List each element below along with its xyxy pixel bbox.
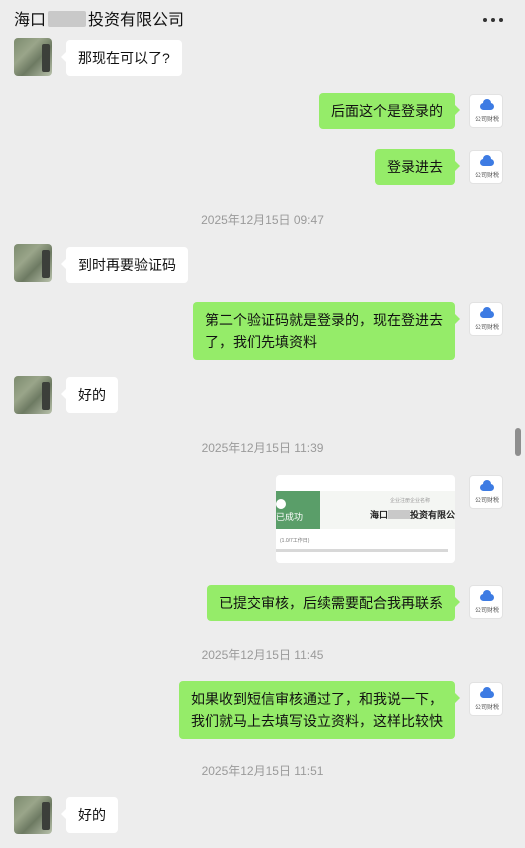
timestamp: 2025年12月15日 11:45 [201, 648, 324, 662]
avatar-label: 公司财税 [474, 498, 499, 504]
cloud-logo-icon [480, 590, 494, 601]
avatar-label: 公司财税 [474, 173, 499, 179]
chat-title-suffix: 投资有限公司 [88, 12, 185, 29]
card-company-name: 海口 投资有限公司 [370, 508, 455, 521]
my-avatar[interactable]: 公司财税 [469, 585, 503, 619]
contact-avatar[interactable] [14, 376, 52, 414]
card-company-suffix: 投资有限公司 [410, 510, 455, 520]
message-bubble-outgoing[interactable]: 已提交审核，后续需要配合我再联系 [207, 585, 460, 621]
redacted-mask [48, 11, 87, 27]
check-icon [276, 499, 286, 509]
success-text: 已成功 [276, 512, 304, 522]
my-avatar[interactable]: 公司财税 [469, 94, 503, 128]
cloud-logo-icon [480, 307, 494, 318]
avatar-label: 公司财税 [474, 325, 499, 331]
chat-title: 海口 投资有限公司 [14, 6, 184, 30]
my-avatar[interactable]: 公司财税 [469, 150, 503, 184]
message-bubble-outgoing[interactable]: 登录进去 [375, 149, 460, 185]
card-detail-text: (1.0/7工作日) [280, 538, 310, 544]
avatar-label: 公司财税 [474, 608, 499, 614]
message-bubble-outgoing[interactable]: 如果收到短信审核通过了，和我说一下， 我们就马上去填写设立资料，这样比较快 [179, 681, 460, 739]
cloud-logo-icon [480, 99, 494, 110]
message-line: 如果收到短信审核通过了，和我说一下， [191, 691, 443, 707]
contact-avatar[interactable] [14, 244, 52, 282]
message-bubble-outgoing[interactable]: 后面这个是登录的 [319, 93, 460, 129]
avatar-label: 公司财税 [474, 117, 499, 123]
message-line: 了，我们先填资料 [205, 334, 317, 350]
message-line: 我们就马上去填写设立资料，这样比较快 [191, 713, 443, 729]
card-company-prefix: 海口 [370, 510, 389, 520]
message-bubble-incoming[interactable]: 好的 [61, 797, 118, 833]
card-subtitle: 企业注册企业名称 [390, 498, 431, 504]
message-bubble-incoming[interactable]: 好的 [61, 377, 118, 413]
cloud-logo-icon [480, 155, 494, 166]
my-avatar[interactable]: 公司财税 [469, 682, 503, 716]
image-message[interactable]: 已成功 企业注册企业名称 海口 投资有限公司 (1.0/7工作日) [276, 475, 455, 563]
chat-title-prefix: 海口 [14, 12, 47, 29]
cloud-logo-icon [480, 480, 494, 491]
card-divider [276, 549, 448, 552]
timestamp: 2025年12月15日 11:51 [201, 764, 324, 778]
scrollbar-thumb[interactable] [515, 428, 521, 456]
contact-avatar[interactable] [14, 796, 52, 834]
message-bubble-incoming[interactable]: 那现在可以了? [61, 40, 182, 76]
redacted-mask [388, 510, 411, 519]
my-avatar[interactable]: 公司财税 [469, 302, 503, 336]
timestamp: 2025年12月15日 11:39 [201, 441, 324, 455]
cloud-logo-icon [480, 687, 494, 698]
more-options-icon[interactable] [481, 12, 505, 26]
message-bubble-incoming[interactable]: 到时再要验证码 [61, 247, 188, 283]
message-bubble-outgoing[interactable]: 第二个验证码就是登录的，现在登进去 了，我们先填资料 [193, 302, 460, 360]
timestamp: 2025年12月15日 09:47 [201, 213, 324, 227]
message-line: 第二个验证码就是登录的，现在登进去 [205, 312, 443, 328]
my-avatar[interactable]: 公司财税 [469, 475, 503, 509]
contact-avatar[interactable] [14, 38, 52, 76]
avatar-label: 公司财税 [474, 705, 499, 711]
chat-header: 海口 投资有限公司 [0, 0, 525, 36]
